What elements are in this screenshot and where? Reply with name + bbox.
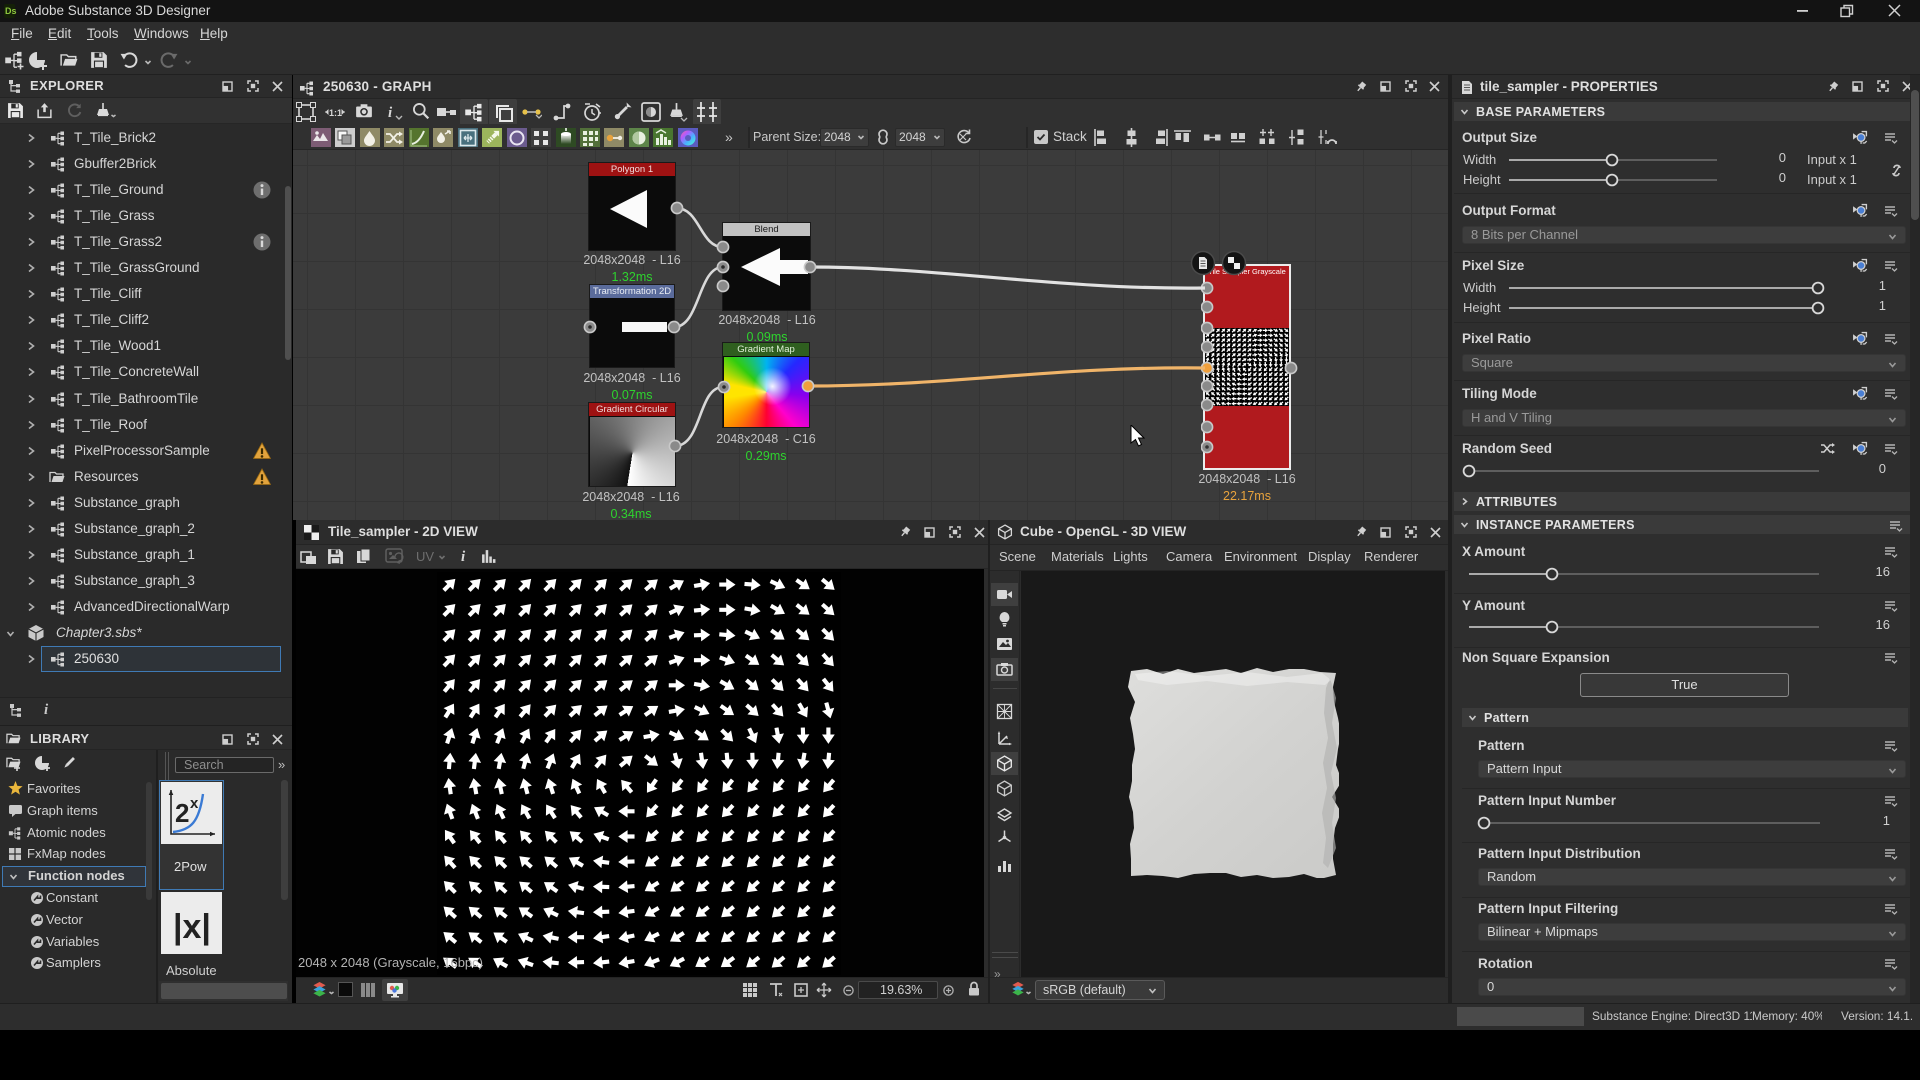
svg-text:|x|: |x| <box>173 908 211 946</box>
svg-text:2: 2 <box>175 798 189 828</box>
svg-text:x: x <box>190 795 199 812</box>
svg-text:i: i <box>388 105 393 121</box>
svg-text:1:1: 1:1 <box>329 108 342 118</box>
